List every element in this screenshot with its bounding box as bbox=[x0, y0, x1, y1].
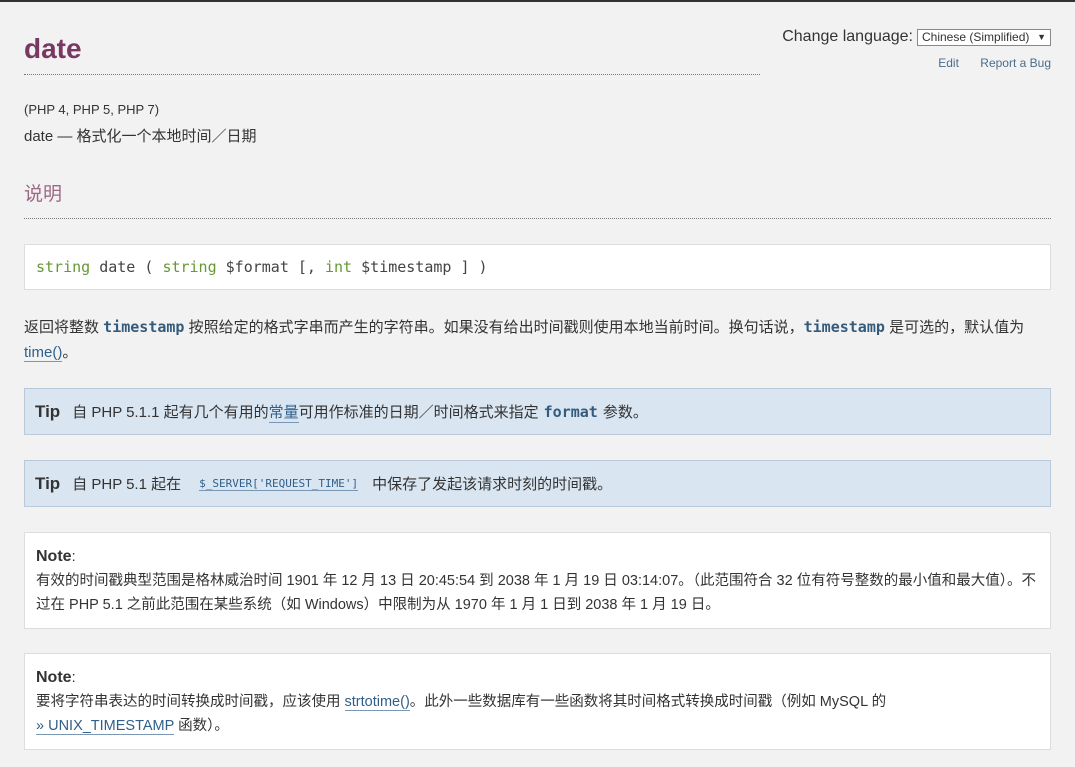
timestamp-param-2: timestamp bbox=[803, 318, 885, 336]
constants-link[interactable]: 常量 bbox=[268, 401, 299, 423]
unix-timestamp-link[interactable]: » UNIX_TIMESTAMP bbox=[36, 718, 175, 735]
paren-open: ( bbox=[135, 258, 163, 276]
function-name: date bbox=[99, 258, 136, 276]
tip-box-constants: Tip 自 PHP 5.1.1 起有几个有用的 常量 可用作标准的日期／时间格式来指… bbox=[24, 388, 1051, 435]
tip1-text-3: 参数。 bbox=[602, 404, 648, 421]
note-box-range: Note: 有效的时间戳典型范围是格林威治时间 1901 年 12 月 13 日… bbox=[24, 532, 1051, 629]
tip2-text-2: 中保存了发起该请求时刻的时间戳。 bbox=[372, 476, 613, 493]
method-synopsis: string date ( string $format [, int $tim… bbox=[24, 244, 1051, 290]
desc-text-3: 是可选的，默认值为 bbox=[884, 319, 1025, 336]
note2-text-2: 。此外一些数据库有一些函数将其时间格式转换成时间戳（例如 MySQL 的 bbox=[409, 694, 887, 710]
timestamp-param-1: timestamp bbox=[103, 318, 185, 336]
param2-type: int bbox=[325, 258, 353, 276]
page-header: date bbox=[24, 32, 760, 75]
note2-text: 要将字符串表达的时间转换成时间戳，应该使用 strtotime()。此外一些数据… bbox=[36, 690, 1039, 738]
language-chooser: Change language: Chinese (Simplified) ▼ … bbox=[721, 28, 1051, 70]
time-function-link[interactable]: time() bbox=[24, 344, 63, 362]
description-paragraph: 返回将整数 timestamp 按照给定的格式字串而产生的字符串。如果没有给出时… bbox=[24, 315, 1044, 365]
tip-label: Tip bbox=[35, 473, 61, 493]
language-select[interactable]: Chinese (Simplified) ▼ bbox=[917, 28, 1051, 46]
note1-text: 有效的时间戳典型范围是格林威治时间 1901 年 12 月 13 日 20:45… bbox=[36, 573, 1036, 613]
dropdown-arrow-icon: ▼ bbox=[1037, 32, 1046, 42]
php-versions: (PHP 4, PHP 5, PHP 7) bbox=[24, 102, 160, 117]
desc-text-2: 按照给定的格式字串而产生的字符串。如果没有给出时间戳则使用本地当前时间。换句话说… bbox=[184, 319, 804, 336]
section-description-heading: 说明 bbox=[24, 180, 1051, 219]
param2-name: $timestamp bbox=[361, 258, 452, 276]
server-request-time-link[interactable]: $_SERVER['REQUEST_TIME'] bbox=[199, 477, 359, 491]
page-title: date bbox=[24, 33, 82, 64]
section-title: 说明 bbox=[24, 184, 63, 205]
refname-dash: — bbox=[53, 128, 77, 145]
return-type: string bbox=[36, 258, 91, 276]
note-box-strtotime: Note: 要将字符串表达的时间转换成时间戳，应该使用 strtotime()。… bbox=[24, 653, 1051, 750]
note-colon: : bbox=[71, 670, 76, 686]
paren-close: ] ) bbox=[451, 258, 488, 276]
refname: date — 格式化一个本地时间／日期 bbox=[24, 125, 257, 146]
language-select-value: Chinese (Simplified) bbox=[922, 30, 1030, 44]
edit-link[interactable]: Edit bbox=[938, 56, 959, 70]
tip2-text-1: 自 PHP 5.1 起在 bbox=[72, 476, 182, 493]
strtotime-link[interactable]: strtotime() bbox=[344, 694, 410, 711]
change-language-label: Change language: bbox=[782, 28, 913, 45]
report-bug-link[interactable]: Report a Bug bbox=[980, 56, 1051, 70]
format-param: format bbox=[543, 402, 598, 421]
note2-text-3: 函数）。 bbox=[174, 718, 229, 734]
note-label: Note bbox=[36, 669, 72, 686]
refname-name: date bbox=[24, 128, 54, 145]
optional-open: [, bbox=[288, 258, 325, 276]
refname-purpose: 格式化一个本地时间／日期 bbox=[76, 128, 257, 145]
note2-text-1: 要将字符串表达的时间转换成时间戳，应该使用 bbox=[36, 694, 345, 710]
tip1-text-1: 自 PHP 5.1.1 起有几个有用的 bbox=[72, 404, 269, 421]
desc-text-4: 。 bbox=[62, 344, 78, 361]
tip1-text-2: 可用作标准的日期／时间格式来指定 bbox=[298, 404, 539, 421]
param1-type: string bbox=[162, 258, 217, 276]
note-label: Note bbox=[36, 548, 72, 565]
desc-text-1: 返回将整数 bbox=[24, 319, 104, 336]
tip-box-request-time: Tip 自 PHP 5.1 起在 $_SERVER['REQUEST_TIME']… bbox=[24, 460, 1051, 507]
note-colon: : bbox=[71, 549, 76, 565]
param1-name: $format bbox=[225, 258, 289, 276]
tip-label: Tip bbox=[35, 401, 61, 421]
